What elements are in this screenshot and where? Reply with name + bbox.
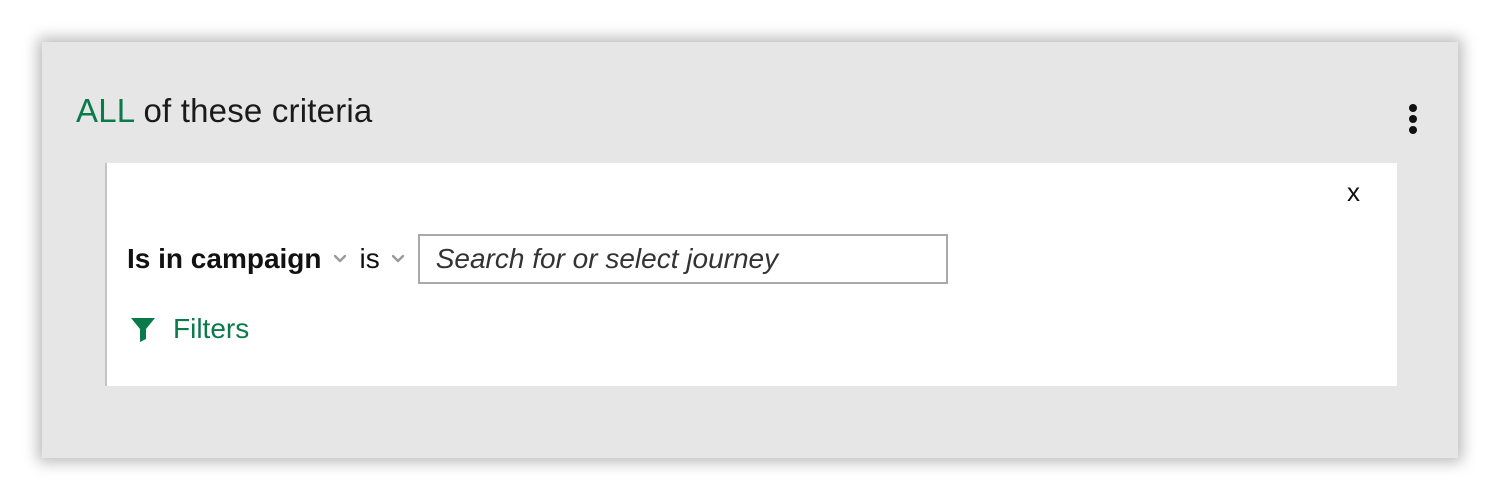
criteria-group-title: ALL of these criteria: [76, 92, 372, 130]
journey-search-input[interactable]: Search for or select journey: [417, 234, 948, 284]
chevron-down-icon[interactable]: [391, 253, 404, 265]
field-select[interactable]: Is in campaign: [127, 243, 322, 275]
funnel-icon: [131, 318, 155, 342]
filters-button[interactable]: Filters: [129, 313, 249, 345]
close-icon[interactable]: x: [1347, 177, 1360, 208]
criteria-group-title-text: of these criteria: [134, 92, 373, 129]
criteria-group-panel: ALL of these criteria x Is in campaign i…: [42, 42, 1458, 458]
quantifier-all[interactable]: ALL: [76, 92, 134, 129]
kebab-menu-icon[interactable]: [1402, 104, 1424, 134]
criterion-row: Is in campaign is Search for or select j…: [127, 231, 948, 287]
filters-label: Filters: [173, 313, 250, 344]
criterion-card: x Is in campaign is Search for or select…: [105, 163, 1397, 386]
chevron-down-icon[interactable]: [333, 253, 346, 265]
operator-select[interactable]: is: [360, 243, 380, 275]
